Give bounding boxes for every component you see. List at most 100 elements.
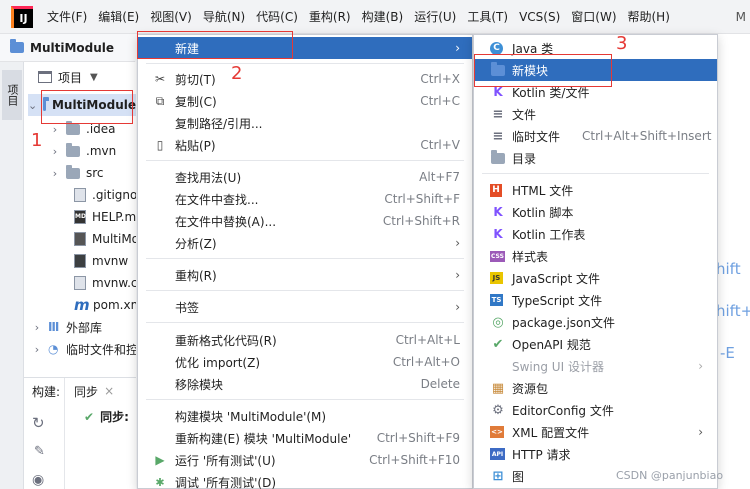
menu-tools[interactable]: 工具(T) — [467, 8, 508, 25]
submenu-item-openapi[interactable]: ✔ OpenAPI 规范 — [474, 333, 717, 355]
tree-item-mvnw-cmd[interactable]: mvnw.cmd — [74, 272, 136, 294]
tree-item-label: 外部库 — [66, 320, 103, 335]
submenu-item-http-request[interactable]: API HTTP 请求 — [474, 443, 717, 465]
html-file-icon: H — [490, 183, 502, 197]
menu-item-rebuild-module[interactable]: 重新构建(E) 模块 'MultiModule' Ctrl+Shift+F9 — [138, 427, 472, 449]
scratch-file-icon: ≡ — [492, 128, 504, 144]
annotation-box-1 — [41, 90, 133, 124]
tree-item-label: pom.xml — [93, 298, 136, 312]
tree-item-scratches[interactable]: › ◔ 临时文件和控制台 — [32, 338, 136, 360]
project-tool-tab[interactable]: 项目 — [2, 70, 22, 120]
submenu-item-shortcut: Ctrl+Alt+Shift+Insert — [582, 129, 712, 143]
chevron-right-icon[interactable]: › — [50, 145, 60, 158]
submenu-item-kotlin-worksheet[interactable]: K Kotlin 工作表 — [474, 223, 717, 245]
chevron-right-icon[interactable]: › — [32, 321, 42, 334]
submenu-item-label: 目录 — [512, 151, 537, 166]
chevron-right-icon[interactable]: › — [50, 167, 60, 180]
menu-separator — [146, 160, 464, 161]
submenu-item-label: 临时文件 — [512, 129, 561, 144]
submenu-item-label: 样式表 — [512, 249, 549, 264]
menu-item-bookmarks[interactable]: 书签 › — [138, 296, 472, 318]
sync-status-label: 同步: — [100, 410, 129, 424]
menu-item-cut[interactable]: ✂ 剪切(T) Ctrl+X — [138, 68, 472, 90]
menu-item-shortcut: Ctrl+Alt+O — [392, 355, 460, 369]
menu-item-refactor[interactable]: 重构(R) › — [138, 264, 472, 286]
library-icon: Ⅲ — [48, 320, 60, 334]
menu-item-remove-module[interactable]: 移除模块 Delete — [138, 373, 472, 395]
menu-item-run-all-tests[interactable]: ▶ 运行 '所有测试'(U) Ctrl+Shift+F10 — [138, 449, 472, 471]
menu-help[interactable]: 帮助(H) — [628, 8, 670, 25]
menu-vcs[interactable]: VCS(S) — [519, 10, 560, 24]
submenu-item-html-file[interactable]: H HTML 文件 — [474, 179, 717, 201]
breadcrumb[interactable]: MultiModule — [0, 34, 135, 62]
tree-item-gitignore[interactable]: .gitignore — [74, 184, 136, 206]
submenu-item-directory[interactable]: 目录 — [474, 147, 717, 169]
menu-item-shortcut: Ctrl+V — [420, 138, 460, 152]
tree-item-help-md[interactable]: MD HELP.md — [74, 206, 136, 228]
tree-item-label: .idea — [86, 122, 116, 136]
menu-item-optimize-imports[interactable]: 优化 import(Z) Ctrl+Alt+O — [138, 351, 472, 373]
menu-run[interactable]: 运行(U) — [414, 8, 456, 25]
submenu-item-javascript-file[interactable]: JS JavaScript 文件 — [474, 267, 717, 289]
menu-item-label: 查找用法(U) — [175, 170, 242, 185]
sync-status-row[interactable]: ✔ 同步: — [84, 408, 129, 425]
chevron-down-icon[interactable]: ⌄ — [28, 99, 37, 112]
watermark: CSDN @panjunbiao — [616, 469, 724, 482]
menu-build[interactable]: 构建(B) — [362, 8, 404, 25]
menu-edit[interactable]: 编辑(E) — [98, 8, 139, 25]
menu-item-analyze[interactable]: 分析(Z) › — [138, 232, 472, 254]
build-divider — [64, 378, 65, 489]
menu-item-label: 剪切(T) — [175, 72, 216, 87]
menu-navigate[interactable]: 导航(N) — [203, 8, 245, 25]
chevron-right-icon[interactable]: › — [32, 343, 42, 356]
tree-item-mvn[interactable]: › .mvn — [50, 140, 116, 162]
menu-item-build-module[interactable]: 构建模块 'MultiModule'(M) — [138, 405, 472, 427]
chevron-right-icon: › — [455, 268, 460, 282]
submenu-item-stylesheet[interactable]: CSS 样式表 — [474, 245, 717, 267]
chevron-down-icon[interactable]: ▼ — [90, 72, 98, 83]
refresh-icon[interactable]: ↻ — [32, 414, 45, 432]
project-panel-title: 项目 — [58, 70, 83, 85]
menu-window[interactable]: 窗口(W) — [571, 8, 616, 25]
menu-code[interactable]: 代码(C) — [256, 8, 298, 25]
tree-item-mvnw[interactable]: mvnw — [74, 250, 128, 272]
eye-icon[interactable]: ◉ — [32, 472, 44, 488]
tab-sync[interactable]: 同步 — [74, 383, 98, 400]
tree-item-iml[interactable]: MultiModule.iml — [74, 228, 136, 250]
menu-item-replace-in-files[interactable]: 在文件中替换(A)... Ctrl+Shift+R — [138, 210, 472, 232]
menu-item-copy[interactable]: ⧉ 复制(C) Ctrl+C — [138, 90, 472, 112]
submenu-item-file[interactable]: ≡ 文件 — [474, 103, 717, 125]
menu-item-debug-all-tests[interactable]: ✱ 调试 '所有测试'(D) — [138, 471, 472, 489]
close-icon[interactable]: × — [104, 384, 114, 398]
menu-item-copy-path[interactable]: 复制路径/引用... — [138, 112, 472, 134]
menu-view[interactable]: 视图(V) — [150, 8, 192, 25]
tree-item-label: MultiModule.iml — [92, 232, 136, 246]
menu-file[interactable]: 文件(F) — [47, 8, 87, 25]
tree-item-pom[interactable]: m pom.xml — [74, 294, 136, 316]
submenu-item-swing-ui-designer[interactable]: Swing UI 设计器 › — [474, 355, 717, 377]
tree-item-label: src — [86, 166, 104, 180]
menu-item-find-usages[interactable]: 查找用法(U) Alt+F7 — [138, 166, 472, 188]
menu-item-find-in-files[interactable]: 在文件中查找... Ctrl+Shift+F — [138, 188, 472, 210]
project-panel-header[interactable]: 项目 ▼ — [24, 62, 136, 92]
tree-item-label: mvnw.cmd — [92, 276, 136, 290]
tree-item-external-libs[interactable]: › Ⅲ 外部库 — [32, 316, 102, 338]
menu-refactor[interactable]: 重构(R) — [309, 8, 351, 25]
chevron-right-icon[interactable]: › — [50, 123, 60, 136]
submenu-item-package-json[interactable]: ◎ package.json文件 — [474, 311, 717, 333]
submenu-item-scratch-file[interactable]: ≡ 临时文件 Ctrl+Alt+Shift+Insert — [474, 125, 717, 147]
submenu-item-typescript-file[interactable]: TS TypeScript 文件 — [474, 289, 717, 311]
chevron-right-icon: › — [698, 425, 703, 439]
menu-item-label: 粘贴(P) — [175, 138, 216, 153]
submenu-item-resource-bundle[interactable]: ▦ 资源包 — [474, 377, 717, 399]
tree-item-src[interactable]: › src — [50, 162, 104, 184]
menu-item-paste[interactable]: ▯ 粘贴(P) Ctrl+V — [138, 134, 472, 156]
menu-item-reformat-code[interactable]: 重新格式化代码(R) Ctrl+Alt+L — [138, 329, 472, 351]
submenu-item-kotlin-script[interactable]: K Kotlin 脚本 — [474, 201, 717, 223]
submenu-item-editorconfig[interactable]: ⚙ EditorConfig 文件 — [474, 399, 717, 421]
submenu-item-label: Kotlin 脚本 — [512, 205, 574, 220]
intellij-logo-icon[interactable]: IJ — [11, 5, 33, 28]
pin-icon[interactable]: ✎ — [34, 444, 45, 459]
menu-separator — [146, 63, 464, 64]
submenu-item-xml-config[interactable]: <> XML 配置文件 › — [474, 421, 717, 443]
